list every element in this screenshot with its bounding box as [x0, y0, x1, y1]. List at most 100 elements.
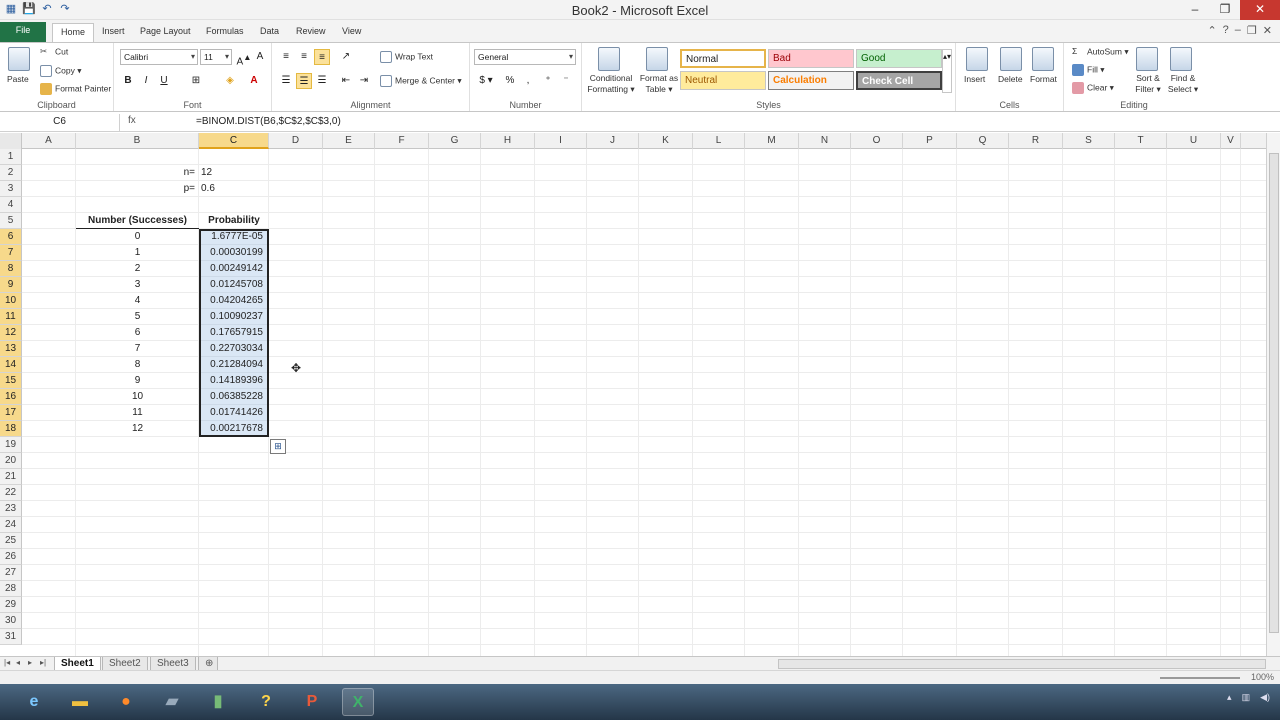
align-left-icon[interactable]: ☰	[278, 73, 294, 89]
successes-cell[interactable]: 7	[76, 341, 199, 357]
row-header[interactable]: 6	[0, 229, 22, 245]
successes-cell[interactable]: 6	[76, 325, 199, 341]
copy-button[interactable]: Copy ▾	[40, 65, 81, 77]
row-header[interactable]: 31	[0, 629, 22, 645]
tab-home[interactable]: Home	[52, 23, 95, 42]
vertical-scroll-thumb[interactable]	[1269, 153, 1279, 633]
column-header[interactable]: N	[799, 133, 851, 149]
row-header[interactable]: 19	[0, 437, 22, 453]
conditional-formatting-icon[interactable]	[598, 47, 620, 71]
probability-cell[interactable]: 0.06385228	[199, 389, 267, 405]
sheet-tab-3[interactable]: Sheet3	[150, 657, 196, 671]
zoom-slider[interactable]	[1160, 677, 1240, 679]
successes-cell[interactable]: 10	[76, 389, 199, 405]
decrease-decimal-icon[interactable]: ⁻	[558, 73, 574, 89]
row-header[interactable]: 26	[0, 549, 22, 565]
column-header[interactable]: J	[587, 133, 639, 149]
prev-sheet-icon[interactable]: ◂	[16, 658, 20, 667]
window-close-icon[interactable]: ✕	[1263, 24, 1272, 37]
maximize-button[interactable]: ❐	[1210, 0, 1240, 20]
font-size-combo[interactable]: 11	[200, 49, 232, 65]
formula-input[interactable]: =BINOM.DIST(B6,$C$2,$C$3,0)	[196, 116, 341, 127]
successes-cell[interactable]: 9	[76, 373, 199, 389]
probability-cell[interactable]: 0.22703034	[199, 341, 267, 357]
successes-cell[interactable]: 8	[76, 357, 199, 373]
internet-explorer-icon[interactable]: e	[18, 688, 50, 716]
cut-button[interactable]: ✂ Cut	[40, 46, 68, 58]
first-sheet-icon[interactable]: |◂	[4, 658, 10, 667]
row-header[interactable]: 10	[0, 293, 22, 309]
style-normal[interactable]: Normal	[680, 49, 766, 68]
align-middle-icon[interactable]: ≡	[296, 49, 312, 65]
row-header[interactable]: 21	[0, 469, 22, 485]
sort-filter-icon[interactable]	[1136, 47, 1158, 71]
autosum-button[interactable]: Σ AutoSum ▾	[1072, 46, 1129, 58]
increase-decimal-icon[interactable]: ⁺	[540, 73, 556, 89]
column-header[interactable]: R	[1009, 133, 1063, 149]
format-cells-icon[interactable]	[1032, 47, 1054, 71]
probability-cell[interactable]: 0.00249142	[199, 261, 267, 277]
column-header[interactable]: V	[1221, 133, 1241, 149]
autofill-options-icon[interactable]: ⊞	[270, 439, 286, 454]
minimize-ribbon-icon[interactable]: ⌃	[1207, 24, 1216, 37]
row-header[interactable]: 8	[0, 261, 22, 277]
format-painter-button[interactable]: Format Painter	[40, 83, 111, 95]
fx-icon[interactable]: fx	[128, 115, 136, 126]
app-icon-2[interactable]: ▮	[202, 688, 234, 716]
p-value-cell[interactable]: 0.6	[201, 181, 261, 197]
n-value-cell[interactable]: 12	[201, 165, 261, 181]
borders-icon[interactable]: ⊞	[188, 73, 204, 89]
probability-cell[interactable]: 0.00030199	[199, 245, 267, 261]
column-header[interactable]: F	[375, 133, 429, 149]
column-header[interactable]: D	[269, 133, 323, 149]
row-header[interactable]: 15	[0, 373, 22, 389]
insert-sheet-icon[interactable]: ⊕	[198, 657, 218, 671]
align-right-icon[interactable]: ☰	[314, 73, 330, 89]
successes-cell[interactable]: 11	[76, 405, 199, 421]
row-header[interactable]: 4	[0, 197, 22, 213]
row-header[interactable]: 22	[0, 485, 22, 501]
row-header[interactable]: 25	[0, 533, 22, 549]
paste-button[interactable]: Paste	[7, 74, 29, 84]
tab-formulas[interactable]: Formulas	[198, 23, 252, 42]
align-top-icon[interactable]: ≡	[278, 49, 294, 65]
probability-cell[interactable]: 0.17657915	[199, 325, 267, 341]
number-format-combo[interactable]: General	[474, 49, 576, 65]
successes-cell[interactable]: 0	[76, 229, 199, 245]
column-header[interactable]: M	[745, 133, 799, 149]
column-header[interactable]: A	[22, 133, 76, 149]
column-header[interactable]: E	[323, 133, 375, 149]
style-check-cell[interactable]: Check Cell	[856, 71, 942, 90]
decrease-indent-icon[interactable]: ⇤	[338, 73, 354, 89]
orientation-icon[interactable]: ↗	[338, 49, 354, 65]
format-as-table-icon[interactable]	[646, 47, 668, 71]
paste-icon[interactable]	[8, 47, 30, 71]
minimize-button[interactable]: –	[1180, 0, 1210, 20]
conditional-formatting-button[interactable]: Conditional Formatting ▾	[586, 73, 636, 95]
network-icon[interactable]: ▥	[1242, 692, 1251, 703]
font-color-icon[interactable]: A	[246, 73, 262, 89]
tab-data[interactable]: Data	[252, 23, 287, 42]
select-all-corner[interactable]	[0, 133, 22, 149]
probability-cell[interactable]: 1.6777E-05	[199, 229, 267, 245]
bold-button[interactable]: B	[120, 73, 136, 89]
row-header[interactable]: 20	[0, 453, 22, 469]
find-select-icon[interactable]	[1170, 47, 1192, 71]
tab-file[interactable]: File	[0, 22, 46, 42]
row-header[interactable]: 24	[0, 517, 22, 533]
insert-cells-button[interactable]: Insert	[964, 74, 985, 84]
column-header[interactable]: H	[481, 133, 535, 149]
column-header[interactable]: T	[1115, 133, 1167, 149]
style-calculation[interactable]: Calculation	[768, 71, 854, 90]
row-header[interactable]: 16	[0, 389, 22, 405]
grow-font-icon[interactable]: A▲	[236, 49, 252, 67]
tray-arrow-icon[interactable]: ▴	[1227, 692, 1232, 703]
column-header[interactable]: G	[429, 133, 481, 149]
successes-cell[interactable]: 2	[76, 261, 199, 277]
app-icon-1[interactable]: ▰	[156, 688, 188, 716]
file-explorer-icon[interactable]: ▬	[64, 688, 96, 716]
tab-view[interactable]: View	[334, 23, 369, 42]
next-sheet-icon[interactable]: ▸	[28, 658, 32, 667]
column-header[interactable]: Q	[957, 133, 1009, 149]
underline-button[interactable]: U	[156, 73, 172, 89]
